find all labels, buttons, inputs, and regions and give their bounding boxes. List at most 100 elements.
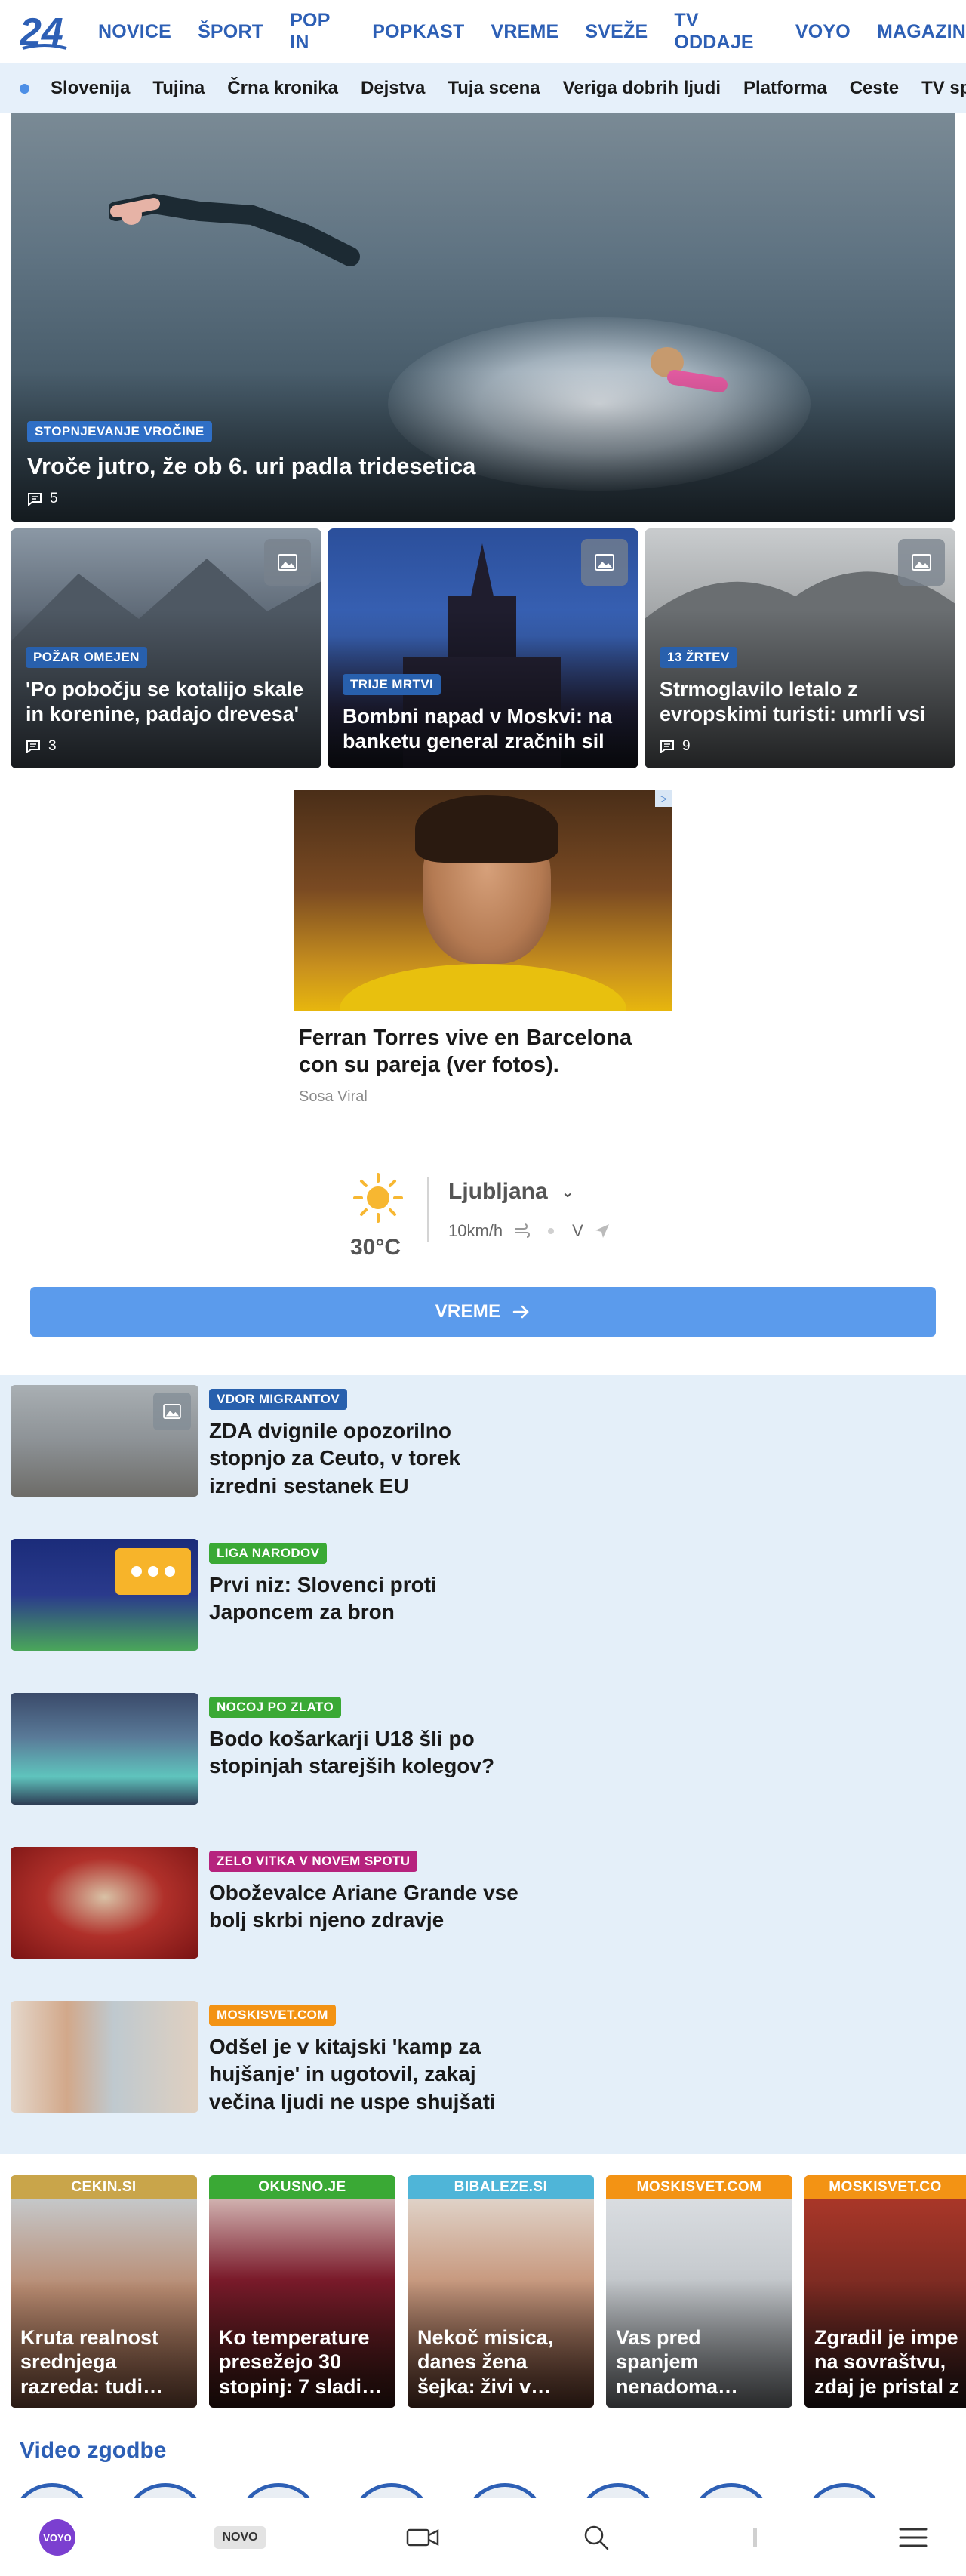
nav-novice[interactable]: NOVICE: [98, 21, 171, 43]
card-title[interactable]: Strmoglavilo letalo z evropskimi turisti…: [660, 677, 942, 728]
partner-card[interactable]: OKUSNO.JE Ko temperature presežejo 30 st…: [209, 2175, 395, 2408]
weather-temperature: 30°C: [350, 1235, 401, 1260]
voyo-button[interactable]: VOYO: [12, 2498, 103, 2576]
card-title[interactable]: 'Po pobočju se kotalijo skale in korenin…: [26, 677, 308, 728]
list-item[interactable]: ZELO VITKA V NOVEM SPOTU Oboževalce Aria…: [11, 1837, 539, 1965]
user-button[interactable]: [709, 2498, 800, 2576]
gallery-icon: [264, 539, 311, 586]
menu-button[interactable]: [868, 2498, 958, 2576]
nav-voyo[interactable]: VOYO: [795, 21, 851, 43]
nav-pop-in[interactable]: POP IN: [290, 10, 346, 54]
placeholder-divider-icon: [752, 2528, 757, 2547]
sun-icon: [353, 1173, 403, 1223]
bottom-nav: VOYO NOVO: [0, 2498, 966, 2576]
wind-direction: V: [572, 1221, 583, 1240]
novo-button[interactable]: NOVO: [195, 2498, 285, 2576]
sponsored-ad[interactable]: ▷ Ferran Torres vive en Barcelona con su…: [294, 790, 672, 1106]
city-selector[interactable]: Ljubljana ⌄: [448, 1179, 574, 1205]
subnav-tuja-scena[interactable]: Tuja scena: [448, 78, 540, 99]
list-thumb[interactable]: [11, 2001, 198, 2113]
ad-title[interactable]: Ferran Torres vive en Barcelona con su p…: [294, 1024, 672, 1079]
list-badge: VDOR MIGRANTOV: [209, 1389, 348, 1410]
list-title[interactable]: Prvi niz: Slovenci proti Japoncem za bro…: [209, 1571, 526, 1627]
comment-icon: [26, 740, 40, 753]
card-comments[interactable]: 9: [660, 738, 942, 755]
card-text: TRIJE MRTVI Bombni napad v Moskvi: na ba…: [343, 673, 625, 756]
partner-card[interactable]: BIBALEZE.SI Nekoč misica, danes žena šej…: [408, 2175, 594, 2408]
partner-title[interactable]: Kruta realnost srednjega razreda: tudi…: [20, 2325, 191, 2399]
card-title[interactable]: Bombni napad v Moskvi: na banketu genera…: [343, 704, 625, 756]
list-body: ZELO VITKA V NOVEM SPOTU Oboževalce Aria…: [209, 1851, 526, 1934]
partner-title[interactable]: Vas pred spanjem nenadoma…: [616, 2325, 786, 2399]
card-badge: POŽAR OMEJEN: [26, 646, 147, 668]
hero-diver-figure: [109, 193, 360, 266]
hero-comments[interactable]: 5: [27, 491, 475, 507]
sub-nav: Slovenija Tujina Črna kronika Dejstva Tu…: [0, 63, 966, 113]
video-camera-icon: [406, 2528, 439, 2547]
video-button[interactable]: [377, 2498, 468, 2576]
nav-sport[interactable]: ŠPORT: [198, 21, 263, 43]
nav-popkast[interactable]: POPKAST: [372, 21, 464, 43]
adchoices-icon[interactable]: ▷: [655, 790, 672, 807]
nav-tv-oddaje[interactable]: TV ODDAJE: [674, 10, 769, 54]
list-badge: MOSKISVET.COM: [209, 2005, 336, 2026]
list-body: VDOR MIGRANTOV ZDA dvignile opozorilno s…: [209, 1389, 526, 1500]
ad-shirt: [340, 964, 626, 1011]
ad-source: Sosa Viral: [299, 1088, 368, 1105]
hamburger-menu-icon: [899, 2528, 928, 2547]
partner-card[interactable]: CEKIN.SI Kruta realnost srednjega razred…: [11, 2175, 197, 2408]
chevron-down-icon: ⌄: [561, 1183, 574, 1201]
article-card[interactable]: TRIJE MRTVI Bombni napad v Moskvi: na ba…: [328, 528, 638, 768]
ad-image[interactable]: ▷: [294, 790, 672, 1011]
nav-vreme[interactable]: VREME: [491, 21, 559, 43]
top-header: 24 NOVICE ŠPORT POP IN POPKAST VREME SVE…: [0, 0, 966, 63]
direction-arrow-icon: [595, 1224, 609, 1238]
list-thumb[interactable]: [11, 1539, 198, 1651]
partner-card[interactable]: MOSKISVET.COM Vas pred spanjem nenadoma…: [606, 2175, 792, 2408]
list-body: NOCOJ PO ZLATO Bodo košarkarji U18 šli p…: [209, 1697, 526, 1780]
list-item[interactable]: MOSKISVET.COM Odšel je v kitajski 'kamp …: [11, 1991, 539, 2119]
partner-source: MOSKISVET.COM: [606, 2175, 792, 2199]
list-title[interactable]: Odšel je v kitajski 'kamp za hujšanje' i…: [209, 2033, 526, 2116]
weather-button[interactable]: VREME: [30, 1287, 936, 1337]
card-text: 13 ŽRTEV Strmoglavilo letalo z evropskim…: [660, 646, 942, 756]
card-badge: TRIJE MRTVI: [343, 673, 441, 695]
card-comments[interactable]: 3: [26, 738, 308, 755]
subnav-dejstva[interactable]: Dejstva: [361, 78, 425, 99]
partner-title[interactable]: Nekoč misica, danes žena šejka: živi v…: [417, 2325, 588, 2399]
list-title[interactable]: Bodo košarkarji U18 šli po stopinjah sta…: [209, 1725, 526, 1780]
nav-sveze[interactable]: SVEŽE: [585, 21, 648, 43]
24ur-logo[interactable]: 24: [20, 11, 69, 53]
hero-title[interactable]: Vroče jutro, že ob 6. uri padla trideset…: [27, 453, 475, 480]
subnav-veriga-dobrih-ljudi[interactable]: Veriga dobrih ljudi: [563, 78, 721, 99]
partner-title[interactable]: Zgradil je impe na sovraštvu, zdaj je pr…: [814, 2325, 960, 2399]
main-nav: NOVICE ŠPORT POP IN POPKAST VREME SVEŽE …: [98, 0, 966, 63]
subnav-ceste[interactable]: Ceste: [850, 78, 899, 99]
list-item[interactable]: LIGA NARODOV Prvi niz: Slovenci proti Ja…: [11, 1529, 539, 1657]
nav-magazin[interactable]: MAGAZIN: [877, 21, 966, 43]
article-card[interactable]: POŽAR OMEJEN 'Po pobočju se kotalijo ska…: [11, 528, 321, 768]
subnav-tujina[interactable]: Tujina: [152, 78, 205, 99]
hero-article[interactable]: STOPNJEVANJE VROČINE Vroče jutro, že ob …: [11, 113, 955, 522]
list-body: LIGA NARODOV Prvi niz: Slovenci proti Ja…: [209, 1543, 526, 1627]
article-card[interactable]: 13 ŽRTEV Strmoglavilo letalo z evropskim…: [645, 528, 955, 768]
list-title[interactable]: Oboževalce Ariane Grande vse bolj skrbi …: [209, 1879, 526, 1934]
list-item[interactable]: NOCOJ PO ZLATO Bodo košarkarji U18 šli p…: [11, 1683, 539, 1811]
subnav-slovenija[interactable]: Slovenija: [51, 78, 130, 99]
list-title[interactable]: ZDA dvignile opozorilno stopnjo za Ceuto…: [209, 1417, 526, 1500]
search-icon: [584, 2525, 609, 2550]
subnav-crna-kronika[interactable]: Črna kronika: [227, 78, 338, 99]
partner-card[interactable]: MOSKISVET.CO Zgradil je impe na sovraštv…: [804, 2175, 966, 2408]
list-badge: NOCOJ PO ZLATO: [209, 1697, 342, 1718]
search-button[interactable]: [551, 2498, 641, 2576]
partner-title[interactable]: Ko temperature presežejo 30 stopinj: 7 s…: [219, 2325, 389, 2399]
list-thumb[interactable]: [11, 1385, 198, 1497]
list-thumb[interactable]: [11, 1693, 198, 1805]
list-thumb[interactable]: [11, 1847, 198, 1959]
subnav-tv-spored[interactable]: TV spor: [921, 78, 966, 99]
list-item[interactable]: VDOR MIGRANTOV ZDA dvignile opozorilno s…: [11, 1375, 539, 1503]
live-dots-icon: [115, 1548, 191, 1595]
partner-source: OKUSNO.JE: [209, 2175, 395, 2199]
subnav-platforma[interactable]: Platforma: [743, 78, 827, 99]
list-body: MOSKISVET.COM Odšel je v kitajski 'kamp …: [209, 2005, 526, 2116]
